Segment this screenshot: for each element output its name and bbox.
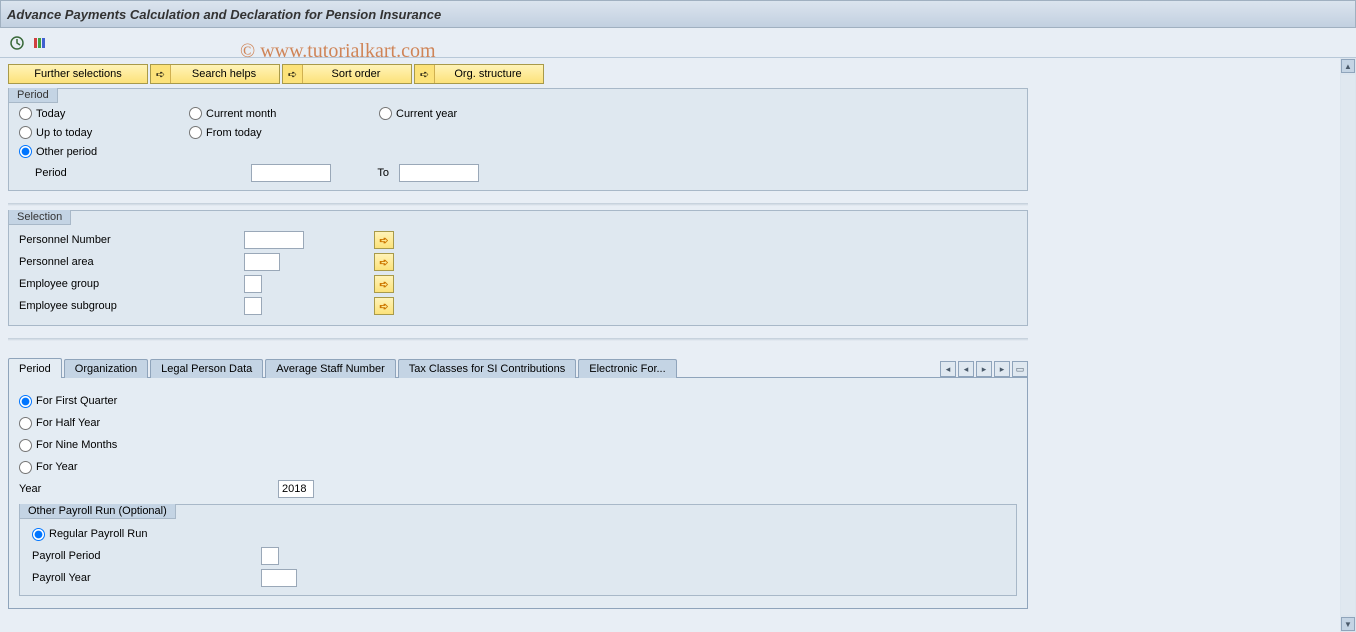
content-area: Further selections ➪ Search helps ➪ Sort… [0,58,1356,632]
application-toolbar [0,28,1356,58]
payroll-period-input[interactable] [261,547,279,565]
tab-list-icon[interactable]: ▭ [1012,361,1028,377]
search-helps-button[interactable]: ➪ Search helps [150,64,280,84]
tab-organization[interactable]: Organization [64,359,148,378]
period-group: Period Today Current month Current year … [8,88,1028,191]
employee-group-label: Employee group [19,278,244,290]
action-button-bar: Further selections ➪ Search helps ➪ Sort… [8,64,1348,84]
employee-group-input[interactable] [244,275,262,293]
payroll-year-input[interactable] [261,569,297,587]
employee-subgroup-input[interactable] [244,297,262,315]
execute-icon[interactable] [8,34,26,52]
radio-half-year[interactable]: For Half Year [19,417,100,430]
payroll-period-label: Payroll Period [32,550,257,562]
org-structure-button[interactable]: ➪ Org. structure [414,64,544,84]
tab-scroll-first-icon[interactable]: ◂ [940,361,956,377]
sort-order-button[interactable]: ➪ Sort order [282,64,412,84]
period-group-title: Period [9,88,58,103]
period-from-input[interactable] [251,164,331,182]
employee-subgroup-label: Employee subgroup [19,300,244,312]
vertical-scrollbar[interactable]: ▲ ▼ [1340,58,1356,632]
personnel-number-input[interactable] [244,231,304,249]
tab-legal-person-data[interactable]: Legal Person Data [150,359,263,378]
arrow-right-icon: ➪ [288,68,297,81]
radio-current-month[interactable]: Current month [189,107,379,120]
radio-up-to-today[interactable]: Up to today [19,126,189,139]
personnel-area-label: Personnel area [19,256,244,268]
other-payroll-run-group: Other Payroll Run (Optional) Regular Pay… [19,504,1017,596]
other-payroll-run-title: Other Payroll Run (Optional) [20,504,176,519]
tab-scroll-last-icon[interactable]: ▸ [994,361,1010,377]
radio-other-period[interactable]: Other period [19,145,189,158]
year-label: Year [19,483,274,495]
employee-subgroup-multi-button[interactable]: ➪ [374,297,394,315]
window-title: Advance Payments Calculation and Declara… [7,7,441,22]
layout-icon[interactable] [30,34,48,52]
radio-today[interactable]: Today [19,107,189,120]
tab-page-period: For First Quarter For Half Year For Nine… [8,378,1028,609]
year-input[interactable] [278,480,314,498]
tab-scroll-prev-icon[interactable]: ◂ [958,361,974,377]
radio-regular-payroll-run[interactable]: Regular Payroll Run [32,528,147,541]
arrow-right-icon: ➪ [156,68,165,81]
personnel-area-multi-button[interactable]: ➪ [374,253,394,271]
period-label: Period [19,167,231,179]
further-selections-button[interactable]: Further selections [8,64,148,84]
tab-strip: Period Organization Legal Person Data Av… [8,357,1028,378]
selection-group: Selection Personnel Number ➪ Personnel a… [8,210,1028,326]
personnel-number-multi-button[interactable]: ➪ [374,231,394,249]
radio-from-today[interactable]: From today [189,126,379,139]
scroll-down-icon[interactable]: ▼ [1341,617,1355,631]
scroll-up-icon[interactable]: ▲ [1341,59,1355,73]
period-to-input[interactable] [399,164,479,182]
employee-group-multi-button[interactable]: ➪ [374,275,394,293]
title-bar: Advance Payments Calculation and Declara… [0,0,1356,28]
radio-for-year[interactable]: For Year [19,461,78,474]
arrow-right-icon: ➪ [420,68,429,81]
radio-first-quarter[interactable]: For First Quarter [19,395,117,408]
tab-average-staff-number[interactable]: Average Staff Number [265,359,395,378]
selection-group-title: Selection [9,210,71,225]
personnel-area-input[interactable] [244,253,280,271]
radio-current-year[interactable]: Current year [379,107,529,120]
tab-period[interactable]: Period [8,358,62,378]
period-to-label: To [335,167,395,179]
tab-tax-classes[interactable]: Tax Classes for SI Contributions [398,359,577,378]
radio-nine-months[interactable]: For Nine Months [19,439,117,452]
payroll-year-label: Payroll Year [32,572,257,584]
tab-electronic-format[interactable]: Electronic For... [578,359,676,378]
scroll-track[interactable] [1341,75,1355,615]
personnel-number-label: Personnel Number [19,234,244,246]
tab-scroll-next-icon[interactable]: ▸ [976,361,992,377]
main-window: Advance Payments Calculation and Declara… [0,0,1356,632]
